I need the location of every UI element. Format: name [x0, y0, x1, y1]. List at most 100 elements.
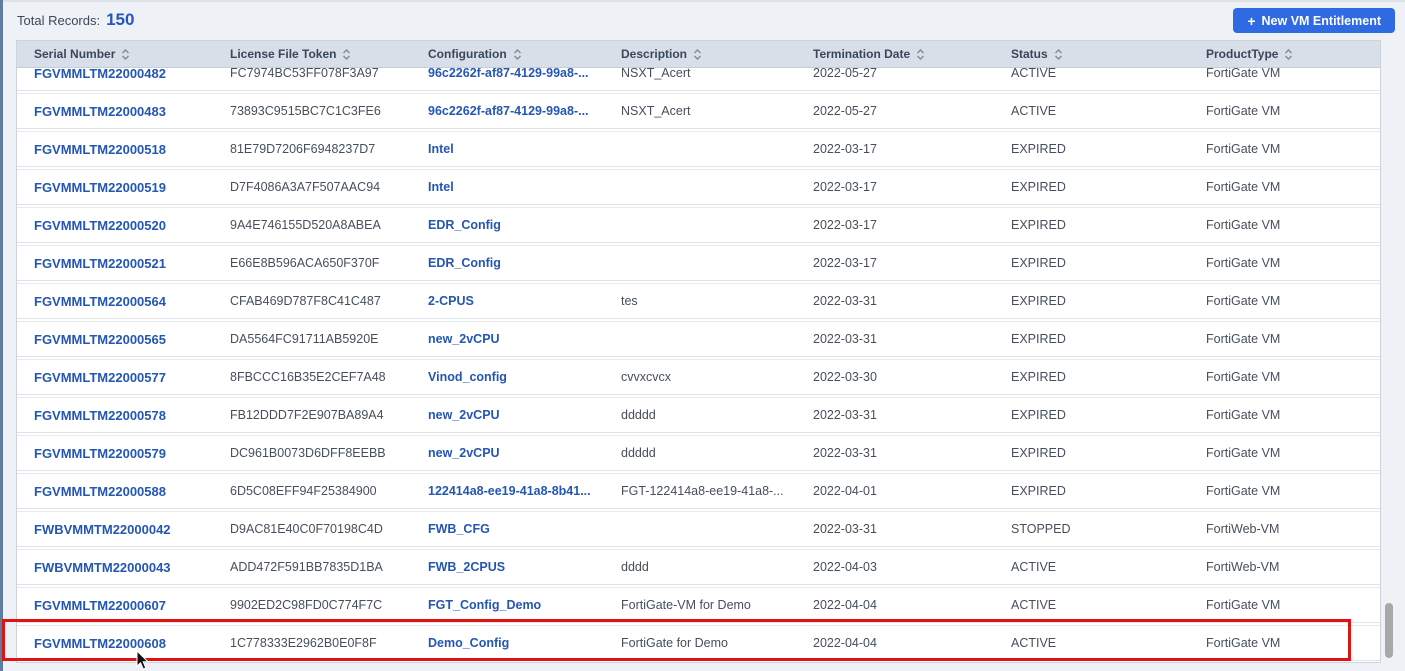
cell-description: tes — [621, 294, 638, 308]
cell-configuration[interactable]: 2-CPUS — [411, 284, 604, 318]
cell-configuration[interactable]: Demo_Config — [411, 626, 604, 660]
cell-serial-number[interactable]: FGVMMLTM22000579 — [17, 436, 213, 470]
cell-serial-number[interactable]: FWBVMMTM22000043 — [17, 550, 213, 584]
cell-configuration[interactable]: new_2vCPU — [411, 398, 604, 432]
cell-serial-number[interactable]: FGVMMLTM22000518 — [17, 132, 213, 166]
cell-license-token: DA5564FC91711AB5920E — [230, 332, 379, 346]
cell-serial-number[interactable]: FGVMMLTM22000483 — [17, 94, 213, 128]
cell-license-token: 73893C9515BC7C1C3FE6 — [230, 104, 381, 118]
cell-product-type: FortiGate VM — [1206, 370, 1281, 384]
cell-license-token: D7F4086A3A7F507AAC94 — [230, 180, 381, 194]
cell-description: ddddd — [621, 408, 656, 422]
cell-status: EXPIRED — [1011, 180, 1066, 194]
column-header-status[interactable]: Status — [994, 41, 1189, 67]
cell-configuration[interactable]: Intel — [411, 132, 604, 166]
table-row: FGVMMLTM22000578 FB12DDD7F2E907BA89A4 new_… — [17, 397, 1380, 433]
column-label: ProductType — [1206, 47, 1279, 61]
cell-product-type: FortiGate VM — [1206, 104, 1281, 118]
cell-serial-number[interactable]: FGVMMLTM22000564 — [17, 284, 213, 318]
toolbar: Total Records: 150 + New VM Entitlement — [3, 0, 1405, 40]
table-row: FGVMMLTM22000521 E66E8B596ACA650F370F EDR_… — [17, 245, 1380, 281]
column-header-serial[interactable]: Serial Number — [17, 41, 213, 67]
table-row: FGVMMLTM22000577 8FBCCC16B35E2CEF7A48 Vino… — [17, 359, 1380, 395]
cell-configuration[interactable]: new_2vCPU — [411, 436, 604, 470]
plus-icon: + — [1247, 12, 1256, 29]
cell-serial-number[interactable]: FGVMMLTM22000519 — [17, 170, 213, 204]
cell-configuration[interactable]: FWB_CFG — [411, 512, 604, 546]
cell-configuration[interactable]: FWB_2CPUS — [411, 550, 604, 584]
cell-product-type: FortiGate VM — [1206, 294, 1281, 308]
cell-license-token: 9A4E746155D520A8ABEA — [230, 218, 381, 232]
cell-configuration[interactable]: Vinod_config — [411, 360, 604, 394]
table-row: FGVMMLTM22000519 D7F4086A3A7F507AAC94 Inte… — [17, 169, 1380, 205]
cell-configuration[interactable]: FGT_Config_Demo — [411, 588, 604, 622]
table-row: FGVMMLTM22000483 73893C9515BC7C1C3FE6 96c2… — [17, 93, 1380, 129]
cell-description: dddd — [621, 560, 649, 574]
cell-description — [604, 322, 796, 356]
column-label: Status — [1011, 47, 1048, 61]
cell-serial-number[interactable]: FGVMMLTM22000588 — [17, 474, 213, 508]
cell-description — [604, 132, 796, 166]
cell-license-token: 9902ED2C98FD0C774F7C — [230, 598, 383, 612]
table-row: FWBVMMTM22000042 D9AC81E40C0F70198C4D FWB_… — [17, 511, 1380, 547]
cell-status: EXPIRED — [1011, 370, 1066, 384]
column-header-token[interactable]: License File Token — [213, 41, 411, 67]
sort-icon — [513, 48, 521, 60]
cell-configuration[interactable]: EDR_Config — [411, 246, 604, 280]
cell-status: EXPIRED — [1011, 218, 1066, 232]
new-vm-entitlement-button[interactable]: + New VM Entitlement — [1233, 8, 1395, 33]
cell-license-token: E66E8B596ACA650F370F — [230, 256, 380, 270]
total-records: Total Records: 150 — [17, 10, 134, 30]
cell-serial-number[interactable]: FGVMMLTM22000521 — [17, 246, 213, 280]
cell-configuration[interactable]: new_2vCPU — [411, 322, 604, 356]
column-header-config[interactable]: Configuration — [411, 41, 604, 67]
cell-serial-number[interactable]: FGVMMLTM22000520 — [17, 208, 213, 242]
cell-description — [604, 170, 796, 204]
sort-icon — [343, 48, 351, 60]
cell-description: ddddd — [621, 446, 656, 460]
cell-configuration[interactable]: EDR_Config — [411, 208, 604, 242]
cell-configuration[interactable]: 96c2262f-af87-4129-99a8-... — [411, 94, 604, 128]
cell-license-token: CFAB469D787F8C41C487 — [230, 294, 381, 308]
table-row: FGVMMLTM22000579 DC961B0073D6DFF8EEBB new_… — [17, 435, 1380, 471]
column-header-date[interactable]: Termination Date — [796, 41, 994, 67]
cell-serial-number[interactable]: FGVMMLTM22000607 — [17, 588, 213, 622]
table-row: FGVMMLTM22000518 81E79D7206F6948237D7 Inte… — [17, 131, 1380, 167]
cell-termination-date: 2022-03-31 — [813, 332, 877, 346]
vertical-scrollbar-thumb[interactable] — [1385, 603, 1393, 658]
cell-termination-date: 2022-03-31 — [813, 446, 877, 460]
cell-product-type: FortiGate VM — [1206, 180, 1281, 194]
column-label: Termination Date — [813, 47, 911, 61]
cell-product-type: FortiGate VM — [1206, 484, 1281, 498]
cell-status: STOPPED — [1011, 522, 1071, 536]
cell-serial-number[interactable]: FGVMMLTM22000577 — [17, 360, 213, 394]
column-header-desc[interactable]: Description — [604, 41, 796, 67]
cell-termination-date: 2022-04-01 — [813, 484, 877, 498]
cell-product-type: FortiGate VM — [1206, 332, 1281, 346]
cell-product-type: FortiWeb-VM — [1206, 522, 1280, 536]
sort-icon — [1054, 48, 1062, 60]
cell-termination-date: 2022-03-17 — [813, 180, 877, 194]
cell-status: EXPIRED — [1011, 256, 1066, 270]
cell-product-type: FortiWeb-VM — [1206, 560, 1280, 574]
cell-product-type: FortiGate VM — [1206, 256, 1281, 270]
sort-icon — [694, 48, 702, 60]
cell-status: EXPIRED — [1011, 446, 1066, 460]
cell-description — [604, 246, 796, 280]
table-header-row: Serial Number License File Token Configura… — [17, 41, 1380, 68]
cell-status: EXPIRED — [1011, 294, 1066, 308]
cell-configuration[interactable]: Intel — [411, 170, 604, 204]
cell-serial-number[interactable]: FGVMMLTM22000608 — [17, 626, 213, 660]
cell-configuration[interactable]: 122414a8-ee19-41a8-8b41... — [411, 474, 604, 508]
cell-product-type: FortiGate VM — [1206, 218, 1281, 232]
cell-serial-number[interactable]: FGVMMLTM22000565 — [17, 322, 213, 356]
cell-product-type: FortiGate VM — [1206, 446, 1281, 460]
cell-license-token: 1C778333E2962B0E0F8F — [230, 636, 377, 650]
cell-status: EXPIRED — [1011, 142, 1066, 156]
table-row: FGVMMLTM22000607 9902ED2C98FD0C774F7C FGT_… — [17, 587, 1380, 623]
column-label: Serial Number — [34, 47, 116, 61]
cell-serial-number[interactable]: FWBVMMTM22000042 — [17, 512, 213, 546]
cell-serial-number[interactable]: FGVMMLTM22000578 — [17, 398, 213, 432]
column-label: Configuration — [428, 47, 507, 61]
column-header-product[interactable]: ProductType — [1189, 41, 1380, 67]
